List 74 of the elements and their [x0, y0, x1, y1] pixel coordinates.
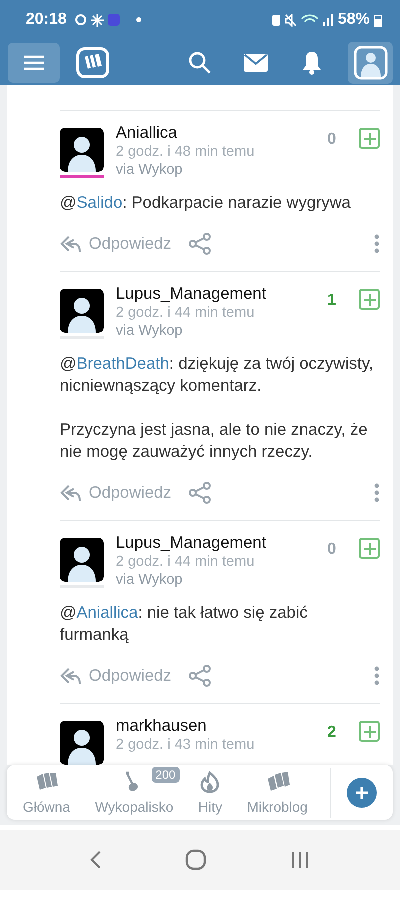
comment-text: Przyczyna jest jasna, ale to nie znaczy, że nie mogę zauważyć innych rzeczy. — [60, 420, 369, 463]
author-name[interactable]: Lupus_Management — [116, 534, 321, 553]
comment-time: 2 godz. i 44 min temu — [116, 553, 256, 571]
reply-button[interactable]: Odpowiedz — [60, 480, 172, 506]
home-icon[interactable] — [184, 849, 207, 871]
comment-text: @BreathDeath: dziękuję za twój oczywisty, nicniewnąszący komentarz. — [60, 354, 375, 397]
comment-time: 2 godz. i 43 min temu — [116, 736, 256, 754]
avatar-icon — [354, 46, 388, 80]
user-avatar[interactable] — [60, 721, 104, 765]
back-icon[interactable] — [90, 850, 102, 870]
source-label: via Wykop — [116, 322, 184, 340]
more-options-icon[interactable] — [374, 234, 380, 254]
vote-count: 1 — [326, 291, 338, 311]
upvote-button[interactable] — [359, 721, 380, 742]
nav-tab[interactable]: Wykopalisko 200 — [95, 768, 180, 818]
reply-icon — [60, 483, 81, 503]
envelope-icon — [244, 54, 268, 72]
status-time: 20:18 — [26, 10, 67, 30]
source-label: via Wykop — [116, 161, 184, 179]
app-icon — [108, 14, 120, 26]
vote-count: 0 — [326, 130, 338, 150]
source-label: via Wykop — [116, 571, 184, 589]
logo-icon[interactable] — [76, 46, 110, 78]
nav-tab[interactable]: Mikroblog — [247, 768, 314, 818]
reply-button[interactable]: Odpowiedz — [60, 664, 172, 688]
user-avatar[interactable] — [60, 289, 104, 333]
author-name[interactable]: markhausen — [116, 717, 321, 736]
vote-count: 0 — [326, 540, 338, 560]
notification-dot-icon — [136, 17, 142, 23]
comment-time: 2 godz. i 44 min temu — [116, 304, 256, 322]
plus-icon — [362, 542, 376, 556]
search-icon — [188, 50, 212, 74]
bell-icon — [302, 50, 322, 74]
vote-count: 2 — [326, 723, 338, 743]
share-icon[interactable] — [188, 482, 211, 504]
upvote-button[interactable] — [359, 128, 380, 149]
comment-text: @Salido: Podkarpacie narazie wygrywa — [60, 193, 352, 214]
more-options-icon[interactable] — [374, 483, 380, 503]
nav-tab[interactable]: Główna — [23, 768, 76, 818]
plus-icon — [362, 724, 376, 738]
battery-icon — [374, 14, 382, 26]
logo-icon — [266, 770, 290, 792]
count-badge: 200 — [152, 766, 180, 782]
upvote-button[interactable] — [359, 538, 380, 559]
author-name[interactable]: Aniallica — [116, 124, 321, 143]
logo-icon — [34, 770, 59, 792]
plus-icon — [362, 292, 376, 306]
profile-button[interactable] — [348, 42, 393, 84]
user-avatar[interactable] — [60, 128, 104, 172]
plus-icon — [355, 786, 369, 800]
user-mention-link[interactable]: BreathDeath — [76, 355, 170, 373]
user-mention-link[interactable]: Salido — [76, 194, 123, 212]
user-avatar[interactable] — [60, 538, 104, 582]
author-name[interactable]: Lupus_Management — [116, 285, 321, 304]
menu-icon — [23, 54, 45, 70]
reply-button[interactable]: Odpowiedz — [60, 232, 172, 256]
comment-text: @Aniallica: nie tak łatwo się zabić furmanką — [60, 603, 309, 646]
pinwheel-icon — [90, 14, 104, 26]
share-icon[interactable] — [188, 665, 211, 687]
reply-icon — [60, 666, 81, 686]
share-icon[interactable] — [188, 233, 211, 255]
signal-icon — [322, 14, 334, 26]
add-button[interactable] — [347, 778, 377, 808]
mute-icon — [284, 14, 297, 26]
recents-icon[interactable] — [290, 851, 310, 869]
plus-icon — [362, 132, 376, 146]
menu-button[interactable] — [8, 42, 60, 82]
reply-icon — [60, 234, 81, 254]
upvote-button[interactable] — [359, 289, 380, 310]
nav-tab[interactable]: Hity — [198, 768, 229, 818]
user-mention-link[interactable]: Aniallica — [76, 604, 138, 622]
more-options-icon[interactable] — [374, 666, 380, 686]
battery-level: 58% — [338, 10, 370, 30]
comment-time: 2 godz. i 48 min temu — [116, 143, 256, 161]
